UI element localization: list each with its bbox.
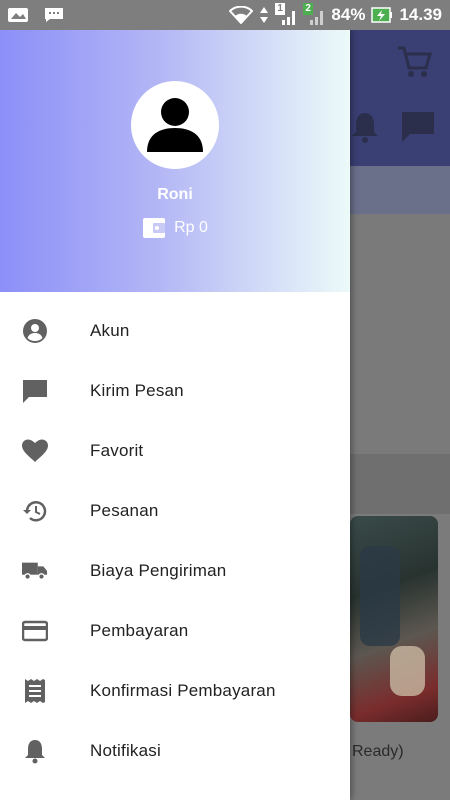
signal-sim1-icon: 1 [275,3,297,25]
menu-item-label: Akun [90,321,130,340]
menu-item-label: Konfirmasi Pembayaran [90,681,276,700]
background-partial-text: Ready) [352,743,404,760]
drawer-header: Roni Rp 0 [0,30,350,292]
clock: 14.39 [399,5,442,24]
cart-icon [398,46,432,77]
truck-icon [22,558,48,584]
message-icon [22,378,48,404]
menu-item-label: Pembayaran [90,621,189,640]
message-notification-icon [45,8,63,22]
menu-item-pembayaran[interactable]: Pembayaran [0,601,350,661]
balance-amount: Rp 0 [174,219,208,236]
avatar[interactable] [131,81,219,169]
history-icon [22,498,48,524]
sim2-badge: 2 [303,3,313,15]
menu-item-label: Biaya Pengiriman [90,561,227,580]
menu-item-pesanan[interactable]: Pesanan [0,481,350,541]
menu-item-biaya-pengiriman[interactable]: Biaya Pengiriman [0,541,350,601]
menu-item-label: Notifikasi [90,741,161,760]
bell-icon [22,738,48,764]
menu-item-label: Favorit [90,441,144,460]
menu-item-notifikasi[interactable]: Notifikasi [0,721,350,781]
wallet-icon [143,218,166,238]
wifi-icon [229,6,254,24]
signal-sim2-icon: 2 [303,3,325,25]
receipt-icon [22,678,48,704]
status-bar: 1 2 84% 14.39 [0,0,450,30]
sim1-badge: 1 [275,3,285,15]
battery-charging-icon [371,7,393,23]
image-icon [8,8,28,22]
navigation-drawer: Roni Rp 0 Akun Kirim Pesan Favorit Pesan… [0,30,350,800]
product-image [350,516,438,722]
account-circle-icon [22,318,48,344]
heart-icon [22,438,48,464]
drawer-menu: Akun Kirim Pesan Favorit Pesanan Biaya P… [0,292,350,781]
menu-item-akun[interactable]: Akun [0,301,350,361]
menu-item-konfirmasi-pembayaran[interactable]: Konfirmasi Pembayaran [0,661,350,721]
credit-card-icon [22,618,48,644]
user-name: Roni [157,186,193,203]
menu-item-label: Pesanan [90,501,159,520]
wallet-balance: Rp 0 [0,217,350,239]
battery-percent: 84% [331,5,366,24]
menu-item-label: Kirim Pesan [90,381,184,400]
chat-icon [402,112,434,142]
person-icon [147,98,203,152]
data-transfer-icon [260,7,269,23]
menu-item-kirim-pesan[interactable]: Kirim Pesan [0,361,350,421]
bell-icon [352,113,378,143]
menu-item-favorit[interactable]: Favorit [0,421,350,481]
